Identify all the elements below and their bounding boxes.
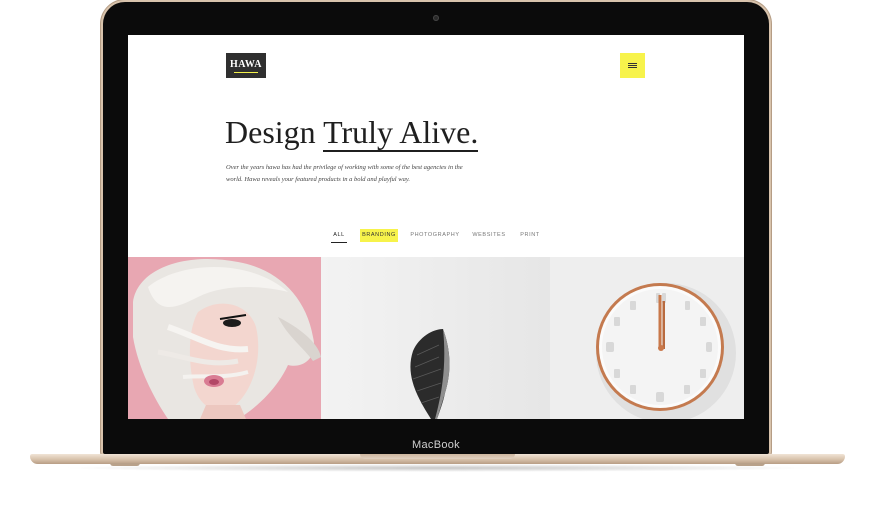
clock-image xyxy=(550,257,744,419)
logo-underline xyxy=(234,72,258,73)
filter-print[interactable]: PRINT xyxy=(520,229,540,242)
filter-photography[interactable]: PHOTOGRAPHY xyxy=(410,229,460,242)
hero-headline: Design Truly Alive. xyxy=(225,113,479,152)
hamburger-menu-icon xyxy=(620,53,645,78)
laptop-foot-right xyxy=(735,463,765,466)
portfolio-item-clock[interactable] xyxy=(550,257,744,419)
hero-intro-text: Over the years hawa has had the privileg… xyxy=(226,164,463,183)
site-logo[interactable]: HAWA xyxy=(226,53,266,78)
filter-websites[interactable]: WEBSITES xyxy=(472,229,506,242)
headline-plain: Design xyxy=(225,114,324,150)
feather-image xyxy=(321,257,550,419)
device-brand-label: MacBook xyxy=(412,439,460,451)
bezel-chin xyxy=(128,419,744,435)
camera-icon xyxy=(433,15,439,21)
device-shadow xyxy=(60,464,815,472)
headline-underlined: Truly Alive. xyxy=(323,114,479,152)
filter-branding[interactable]: BRANDING xyxy=(360,229,398,242)
portfolio-item-feather[interactable] xyxy=(321,257,550,419)
menu-button[interactable] xyxy=(620,53,645,78)
portfolio-filter-bar: ALL BRANDING PHOTOGRAPHY WEBSITES PRINT xyxy=(128,229,744,243)
laptop-screen: HAWA Design Truly Alive. Over the years … xyxy=(128,35,744,419)
filter-all[interactable]: ALL xyxy=(331,229,347,243)
portrait-image xyxy=(128,257,321,419)
laptop-foot-left xyxy=(110,463,140,466)
portfolio-item-portrait[interactable] xyxy=(128,257,321,419)
laptop-lid-notch xyxy=(360,454,515,459)
